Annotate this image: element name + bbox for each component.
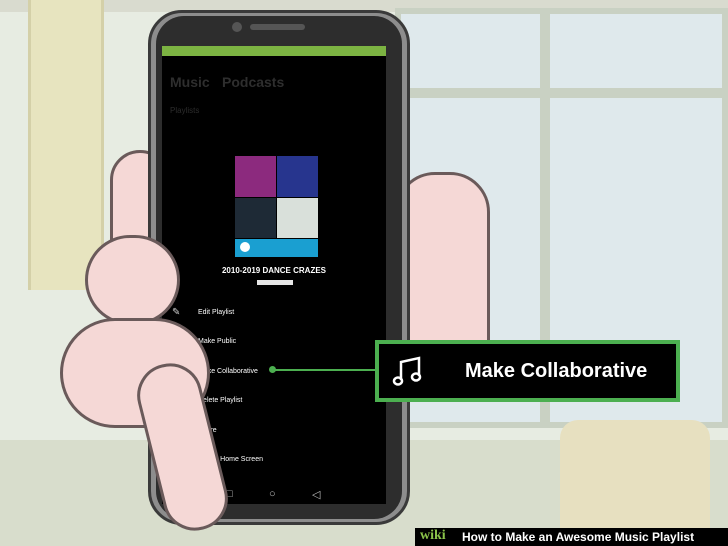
home-circle-icon[interactable]: ○ <box>269 488 276 500</box>
pencil-icon: ✎ <box>172 307 181 318</box>
curtain <box>28 0 104 290</box>
menu-edit-playlist[interactable]: Edit Playlist <box>198 309 234 316</box>
playlist-title: 2010-2019 DANCE CRAZES <box>221 266 327 275</box>
cover-tile <box>277 156 318 197</box>
cover-tile <box>235 156 276 197</box>
music-note-icon <box>391 356 427 390</box>
footer-brand: wiki <box>420 528 446 543</box>
armchair <box>560 420 710 530</box>
cover-tile <box>277 198 318 238</box>
back-triangle-icon[interactable]: ◁ <box>312 488 320 501</box>
callout-box: Make Collaborative <box>375 340 680 402</box>
tab-music[interactable]: Music <box>170 74 210 90</box>
window-frame <box>395 88 728 98</box>
playlist-cover <box>235 156 318 257</box>
tab-podcasts[interactable]: Podcasts <box>222 74 284 90</box>
footer-title: How to Make an Awesome Music Playlist <box>462 530 695 544</box>
left-thumb <box>85 235 180 325</box>
section-label: Playlists <box>170 106 200 115</box>
cover-tile <box>235 198 276 238</box>
spotify-logo-icon <box>240 242 250 252</box>
menu-make-public[interactable]: Make Public <box>198 338 236 345</box>
connector-line <box>272 369 376 371</box>
phone-camera <box>232 22 242 32</box>
phone-speaker <box>250 24 305 30</box>
status-bar <box>162 46 386 56</box>
callout-label: Make Collaborative <box>465 360 648 382</box>
playlist-underline <box>257 280 293 285</box>
